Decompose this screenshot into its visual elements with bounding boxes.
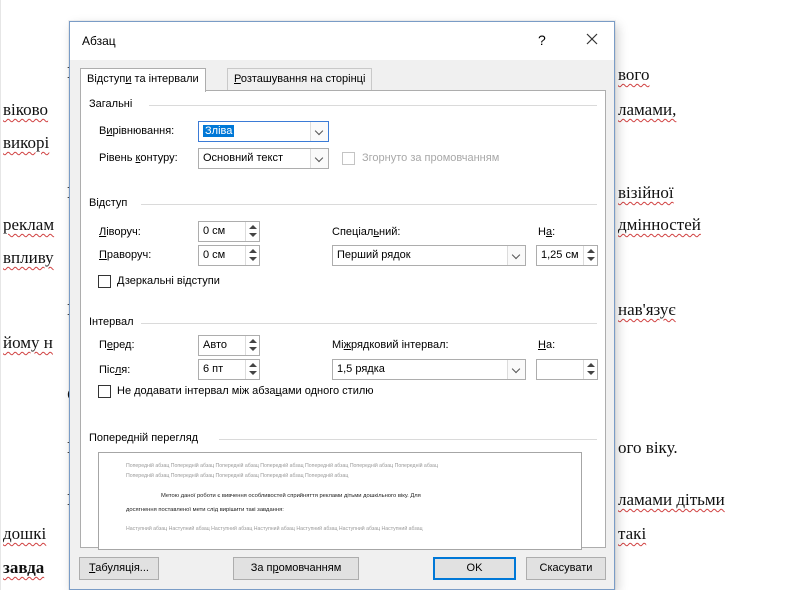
indent-left-spinner[interactable]: 0 см	[198, 221, 260, 242]
close-icon	[586, 33, 598, 45]
outline-level-value: Основний текст	[203, 152, 284, 164]
preview-current-paragraph: досягнення поставленої мети слід вирішит…	[126, 507, 284, 513]
alignment-label: Вирівнювання:	[99, 125, 175, 137]
tab-indents-spacing[interactable]: Відступи та інтервали	[80, 68, 206, 92]
doc-text-fragment: ламами,	[618, 100, 677, 119]
divider	[149, 105, 597, 106]
spinner-arrows-icon[interactable]	[245, 222, 259, 241]
indent-right-value: 0 см	[203, 249, 226, 261]
chevron-down-icon	[310, 149, 328, 168]
mirror-indents-label: Дзеркальні відступи	[117, 275, 220, 287]
divider	[141, 204, 597, 205]
special-indent-select[interactable]: Перший рядок	[332, 245, 526, 266]
doc-text-fragment: віково	[3, 100, 49, 119]
doc-text-fragment: реклам	[3, 215, 55, 234]
doc-text-fragment: візійної	[618, 183, 674, 202]
doc-text-fragment: завда	[3, 558, 45, 577]
group-heading-general: Загальні	[89, 98, 133, 110]
line-spacing-value: 1,5 рядка	[337, 363, 385, 375]
doc-text-fragment: такі	[618, 524, 647, 543]
spinner-arrows-icon[interactable]	[245, 246, 259, 265]
dialog-titlebar[interactable]: Абзац ?	[70, 22, 614, 60]
dialog-title: Абзац	[82, 34, 116, 48]
dont-add-space-label: Не додавати інтервал між абзацами одного…	[117, 385, 374, 397]
doc-text-fragment: нав'язує	[618, 300, 676, 319]
tabs-button[interactable]: Табуляція...	[79, 557, 159, 580]
set-as-default-button[interactable]: За промовчанням	[233, 557, 359, 580]
preview-prev-paragraph: Попередній абзац Попередній абзац Попере…	[126, 473, 349, 479]
indent-left-value: 0 см	[203, 225, 226, 237]
chevron-down-icon	[507, 360, 525, 379]
line-spacing-at-label: На:	[538, 339, 556, 351]
collapsed-by-default-checkbox[interactable]	[342, 152, 355, 165]
outline-level-select[interactable]: Основний текст	[198, 148, 329, 169]
divider	[141, 323, 597, 324]
group-heading-indent: Відступ	[89, 197, 128, 209]
spacing-before-value: Авто	[203, 339, 227, 351]
dont-add-space-checkbox[interactable]	[98, 385, 111, 398]
doc-text-fragment: дошкі	[3, 524, 47, 543]
indent-by-spinner[interactable]: 1,25 см	[536, 245, 598, 266]
collapsed-by-default-label: Згорнуто за промовчанням	[362, 152, 500, 164]
paragraph-dialog: Абзац ? Відступи та інтервали Розташуван…	[69, 21, 615, 590]
alignment-select[interactable]: Зліва	[198, 121, 329, 142]
group-heading-preview: Попередній перегляд	[89, 432, 199, 444]
indent-left-label: Ліворуч:	[99, 226, 141, 238]
spinner-arrows-icon[interactable]	[583, 360, 597, 379]
indent-by-label: На:	[538, 226, 556, 238]
special-indent-value: Перший рядок	[337, 249, 411, 261]
tab-panel: Загальні Вирівнювання: Зліва Рівень конт…	[80, 90, 606, 550]
spinner-arrows-icon[interactable]	[245, 360, 259, 379]
close-button[interactable]	[580, 28, 604, 50]
mirror-indents-checkbox[interactable]	[98, 275, 111, 288]
help-button[interactable]: ?	[538, 32, 546, 48]
chevron-down-icon	[507, 246, 525, 265]
preview-prev-paragraph: Попередній абзац Попередній абзац Попере…	[126, 463, 438, 469]
indent-right-label: Праворуч:	[99, 249, 152, 261]
doc-text-fragment: викорі	[3, 133, 50, 152]
paragraph-preview: Попередній абзац Попередній абзац Попере…	[98, 452, 582, 550]
group-heading-spacing: Інтервал	[89, 316, 134, 328]
doc-text-fragment: дмінностей	[618, 215, 701, 234]
chevron-down-icon	[310, 122, 328, 141]
alignment-value: Зліва	[203, 125, 235, 137]
divider	[219, 439, 597, 440]
doc-text-fragment: ламами дітьми	[618, 490, 725, 509]
line-spacing-at-spinner[interactable]	[536, 359, 598, 380]
doc-text-fragment: вого	[618, 65, 650, 84]
spacing-after-value: 6 пт	[203, 363, 224, 375]
doc-text-fragment: ого віку.	[618, 438, 678, 457]
line-spacing-label: Міжрядковий інтервал:	[332, 339, 449, 351]
indent-by-value: 1,25 см	[541, 249, 579, 261]
preview-next-paragraph: Наступний абзац Наступний абзац Наступни…	[126, 526, 423, 532]
spacing-before-label: Перед:	[99, 339, 135, 351]
tab-page-layout[interactable]: Розташування на сторінці	[227, 68, 373, 91]
spinner-arrows-icon[interactable]	[583, 246, 597, 265]
indent-right-spinner[interactable]: 0 см	[198, 245, 260, 266]
spacing-before-spinner[interactable]: Авто	[198, 335, 260, 356]
line-spacing-select[interactable]: 1,5 рядка	[332, 359, 526, 380]
ok-button[interactable]: OK	[433, 557, 516, 580]
preview-current-paragraph: Метою даної роботи є вивчення особливост…	[161, 493, 421, 499]
cancel-button[interactable]: Скасувати	[526, 557, 606, 580]
doc-text-fragment: йому н	[3, 333, 53, 352]
spacing-after-spinner[interactable]: 6 пт	[198, 359, 260, 380]
spinner-arrows-icon[interactable]	[245, 336, 259, 355]
spacing-after-label: Після:	[99, 364, 131, 376]
outline-level-label: Рівень контуру:	[99, 152, 178, 164]
doc-text-fragment: впливу	[3, 248, 54, 267]
special-indent-label: Спеціальний:	[332, 226, 401, 238]
